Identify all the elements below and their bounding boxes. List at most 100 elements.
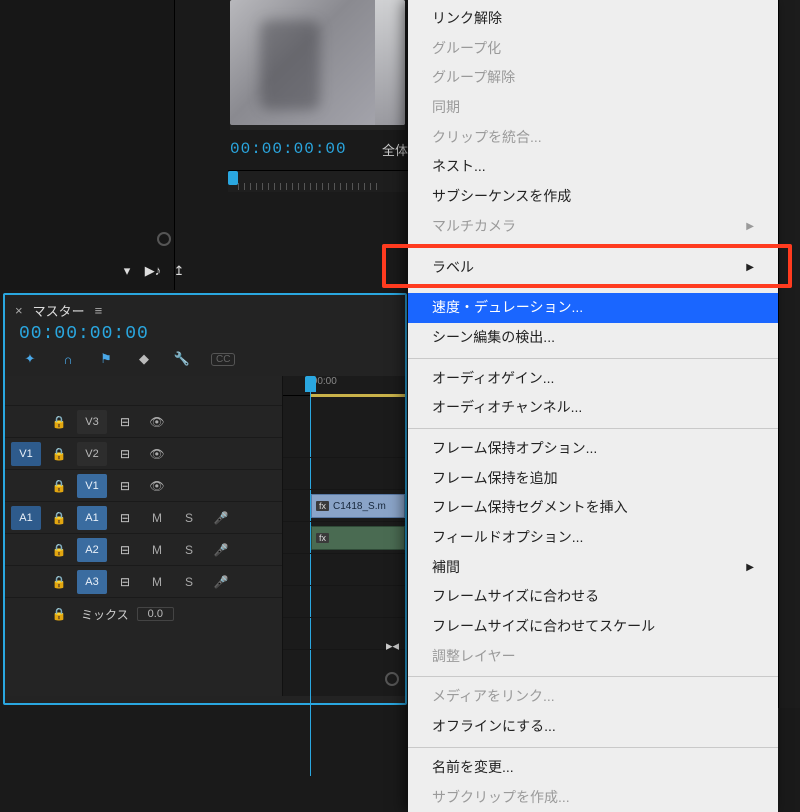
audio-lane-a3[interactable]: [283, 586, 405, 618]
clip-name: C1418_S.m: [333, 501, 386, 512]
source-patch-v1[interactable]: V1: [11, 442, 41, 466]
menu-item-label: シーン編集の検出...: [432, 327, 555, 349]
menu-item-label: フレーム保持セグメントを挿入: [432, 497, 628, 519]
time-ruler[interactable]: :00:00: [283, 376, 405, 396]
eye-icon[interactable]: 👁: [143, 442, 171, 466]
video-lane-v1[interactable]: fx C1418_S.m: [283, 490, 405, 522]
close-tab-icon[interactable]: ×: [15, 303, 23, 318]
mute-button[interactable]: M: [143, 506, 171, 530]
track-label[interactable]: A3: [77, 570, 107, 594]
video-track-header-v2[interactable]: V1 🔒 V2 ⊟ 👁: [5, 438, 282, 470]
fx-badge[interactable]: fx: [316, 501, 329, 511]
menu-item[interactable]: フレームサイズに合わせてスケール: [408, 612, 778, 642]
tool-button[interactable]: [779, 200, 800, 226]
voiceover-icon[interactable]: 🎤: [207, 506, 235, 530]
lock-icon[interactable]: 🔒: [45, 410, 73, 434]
voiceover-icon[interactable]: 🎤: [207, 570, 235, 594]
track-label[interactable]: A1: [77, 506, 107, 530]
source-ruler[interactable]: [228, 170, 408, 192]
video-lane-v3[interactable]: [283, 426, 405, 458]
track-output-icon[interactable]: ⊟: [111, 506, 139, 530]
track-output-icon[interactable]: ⊟: [111, 474, 139, 498]
audio-track-header-a1[interactable]: A1 🔒 A1 ⊟ M S 🎤: [5, 502, 282, 534]
audio-track-header-a2[interactable]: 🔒 A2 ⊟ M S 🎤: [5, 534, 282, 566]
menu-item[interactable]: オーディオゲイン...: [408, 364, 778, 394]
menu-item-label: サブシーケンスを作成: [432, 186, 571, 208]
menu-item[interactable]: ネスト...: [408, 152, 778, 182]
solo-button[interactable]: S: [175, 570, 203, 594]
menu-item[interactable]: 補間: [408, 553, 778, 583]
track-output-icon[interactable]: ⊟: [111, 442, 139, 466]
menu-item[interactable]: ラベル: [408, 253, 778, 283]
lock-icon[interactable]: 🔒: [45, 442, 73, 466]
mix-value[interactable]: 0.0: [137, 607, 174, 621]
track-output-icon[interactable]: ⊟: [111, 570, 139, 594]
panel-resize-handle[interactable]: [157, 232, 171, 246]
menu-item[interactable]: フィールドオプション...: [408, 523, 778, 553]
menu-item[interactable]: 名前を変更...: [408, 753, 778, 783]
solo-button[interactable]: S: [175, 506, 203, 530]
menu-item[interactable]: サブシーケンスを作成: [408, 182, 778, 212]
solo-button[interactable]: S: [175, 538, 203, 562]
source-playhead[interactable]: [228, 171, 238, 185]
panel-menu-icon[interactable]: ≡: [95, 303, 103, 318]
fx-badge[interactable]: fx: [316, 533, 329, 543]
track-label[interactable]: V1: [77, 474, 107, 498]
lock-icon[interactable]: 🔒: [45, 570, 73, 594]
clip-context-menu[interactable]: リンク解除グループ化グループ解除同期クリップを統合...ネスト...サブシーケン…: [408, 0, 778, 812]
mix-label: ミックス: [81, 606, 129, 623]
track-label[interactable]: A2: [77, 538, 107, 562]
play-music-icon[interactable]: ▶♪: [145, 263, 161, 279]
source-timecode[interactable]: 00:00:00:00: [230, 140, 347, 158]
timeline-tracks[interactable]: :00:00 fx C1418_S.m fx ▸◂: [283, 376, 405, 696]
captions-icon[interactable]: CC: [211, 353, 235, 366]
eye-icon[interactable]: 👁: [143, 474, 171, 498]
video-clip[interactable]: fx C1418_S.m: [311, 494, 405, 518]
audio-lane-a1[interactable]: fx: [283, 522, 405, 554]
filter-icon[interactable]: ▾: [119, 263, 135, 279]
menu-item[interactable]: 速度・デュレーション...: [408, 293, 778, 323]
menu-item[interactable]: フレームサイズに合わせる: [408, 582, 778, 612]
lock-icon[interactable]: 🔒: [45, 474, 73, 498]
menu-item[interactable]: フレーム保持を追加: [408, 464, 778, 494]
insert-overwrite-icon[interactable]: ✦: [21, 350, 39, 368]
audio-lane-a2[interactable]: [283, 554, 405, 586]
menu-item[interactable]: オフラインにする...: [408, 712, 778, 742]
export-icon[interactable]: ↥: [171, 263, 187, 279]
lock-icon[interactable]: 🔒: [45, 602, 73, 626]
linked-selection-icon[interactable]: ⚑: [97, 350, 115, 368]
video-track-header-v1[interactable]: 🔒 V1 ⊟ 👁: [5, 470, 282, 502]
source-patch-a1[interactable]: A1: [11, 506, 41, 530]
wrench-icon[interactable]: 🔧: [173, 350, 191, 368]
lock-icon[interactable]: 🔒: [45, 538, 73, 562]
track-output-icon[interactable]: ⊟: [111, 410, 139, 434]
zoom-handle[interactable]: [385, 672, 399, 686]
track-output-icon[interactable]: ⊟: [111, 538, 139, 562]
mute-button[interactable]: M: [143, 538, 171, 562]
go-to-next-icon[interactable]: ▸◂: [386, 638, 399, 654]
menu-item[interactable]: リンク解除: [408, 4, 778, 34]
mute-button[interactable]: M: [143, 570, 171, 594]
lock-icon[interactable]: 🔒: [45, 506, 73, 530]
caption-lane: [283, 396, 405, 426]
work-area-bar[interactable]: [311, 394, 405, 397]
voiceover-icon[interactable]: 🎤: [207, 538, 235, 562]
video-lane-v2[interactable]: [283, 458, 405, 490]
eye-icon[interactable]: 👁: [143, 410, 171, 434]
track-label[interactable]: V3: [77, 410, 107, 434]
sequence-tab[interactable]: マスター: [33, 301, 85, 320]
mix-track-header[interactable]: 🔒 ミックス 0.0: [5, 598, 282, 630]
snap-icon[interactable]: ∩: [59, 350, 77, 368]
menu-item[interactable]: フレーム保持オプション...: [408, 434, 778, 464]
sequence-timecode[interactable]: 00:00:00:00: [5, 324, 405, 344]
menu-item[interactable]: オーディオチャンネル...: [408, 393, 778, 423]
marker-icon[interactable]: ◆: [135, 350, 153, 368]
audio-track-header-a3[interactable]: 🔒 A3 ⊟ M S 🎤: [5, 566, 282, 598]
menu-item[interactable]: フレーム保持セグメントを挿入: [408, 493, 778, 523]
zoom-fit-label[interactable]: 全体: [382, 140, 408, 159]
menu-item-label: フレーム保持を追加: [432, 468, 558, 490]
track-label[interactable]: V2: [77, 442, 107, 466]
menu-item[interactable]: シーン編集の検出...: [408, 323, 778, 353]
video-track-header-v3[interactable]: 🔒 V3 ⊟ 👁: [5, 406, 282, 438]
audio-clip[interactable]: fx: [311, 526, 405, 550]
